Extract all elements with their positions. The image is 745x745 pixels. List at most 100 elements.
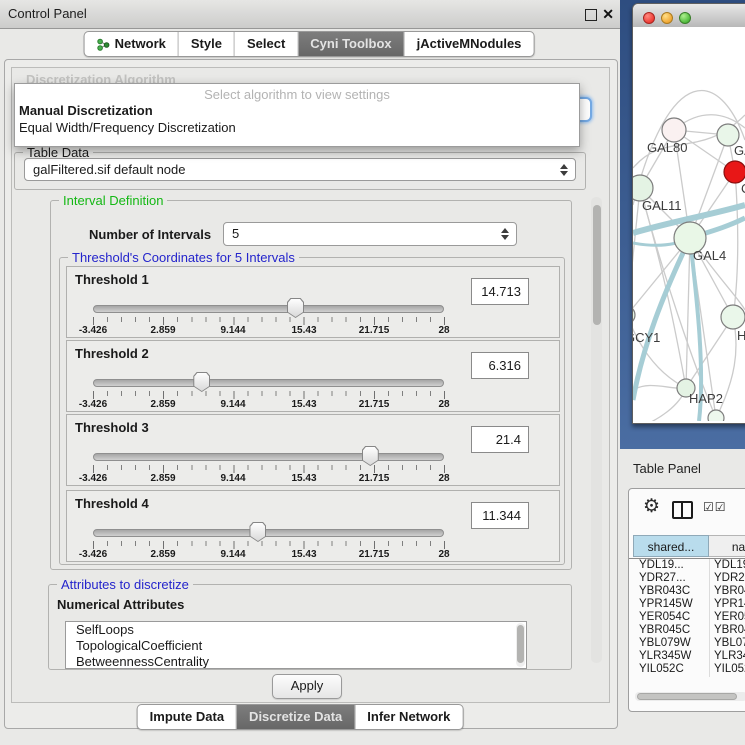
list-item[interactable]: SelfLoops [66, 622, 526, 638]
list-item[interactable]: TopologicalCoefficient [66, 638, 526, 654]
node-gcy1[interactable] [633, 306, 635, 324]
tab-network-label: Network [115, 32, 166, 56]
network-window-titlebar[interactable] [633, 4, 745, 28]
number-of-intervals-spinner[interactable]: 5 [223, 222, 517, 246]
table-row[interactable]: YDL19...YDL19... [633, 559, 745, 572]
table-row[interactable]: YBL079WYBL079W [633, 637, 745, 650]
float-window-icon[interactable] [585, 9, 597, 21]
table-row[interactable]: YBR045CYBR045C [633, 624, 745, 637]
tab-impute-label: Impute Data [150, 705, 224, 729]
cell: YDL19... [714, 559, 745, 572]
tick-label: 21.715 [359, 325, 390, 336]
cell: YER054C [714, 611, 745, 624]
cell: YBR045C [639, 624, 690, 637]
list-item[interactable]: BetweennessCentrality [66, 654, 526, 669]
threshold-2-label: Threshold 2 [75, 346, 149, 361]
cell: YDR27... [714, 572, 745, 585]
gear-icon[interactable]: ⚙ [643, 495, 660, 519]
tick-label: 2.859 [150, 399, 175, 410]
tab-infer-label: Infer Network [367, 705, 450, 729]
node-h[interactable] [721, 305, 745, 329]
numerical-attributes-list[interactable]: SelfLoops TopologicalCoefficient Between… [65, 621, 527, 669]
network-canvas[interactable]: GAL80 GA C GAL11 GAL4 GCY1 H HAP2 [633, 27, 745, 421]
panel-scrollbar-thumb[interactable] [593, 205, 601, 325]
zoom-traffic-light[interactable] [679, 12, 691, 24]
apply-button[interactable]: Apply [272, 674, 342, 699]
tab-discretize-label: Discretize Data [249, 705, 342, 729]
threshold-2-panel: Threshold 2 -3.426 2.859 9.144 15.43 21.… [66, 340, 560, 412]
tab-style-label: Style [191, 32, 222, 56]
algorithm-hint: Select algorithm to view settings [15, 84, 579, 102]
interval-definition-group: Interval Definition Number of Intervals … [50, 200, 572, 570]
tick-label: 28 [438, 399, 449, 410]
tick-label: 2.859 [150, 473, 175, 484]
number-of-intervals-label: Number of Intervals [89, 227, 211, 242]
table-row[interactable]: YBR043CYBR043C [633, 585, 745, 598]
list-scrollbar-thumb[interactable] [517, 625, 524, 663]
tick-label: 21.715 [359, 399, 390, 410]
tab-cyni-toolbox[interactable]: Cyni Toolbox [297, 32, 403, 56]
slider-ticks-major [93, 541, 445, 549]
threshold-1-slider-thumb[interactable] [287, 298, 304, 318]
cell: YBL079W [639, 637, 691, 650]
tick-label: -3.426 [79, 549, 107, 560]
threshold-1-slider-track[interactable] [93, 305, 444, 313]
label-ga: GA [734, 143, 745, 158]
tab-style[interactable]: Style [178, 32, 234, 56]
threshold-2-value-field[interactable]: 6.316 [471, 352, 529, 379]
threshold-3-slider-track[interactable] [93, 453, 444, 461]
close-icon[interactable]: ✕ [602, 5, 614, 23]
table-row[interactable]: YPR145WYPR145W [633, 598, 745, 611]
threshold-3-slider-thumb[interactable] [362, 446, 379, 466]
tab-infer-network[interactable]: Infer Network [354, 705, 462, 729]
threshold-3-value-field[interactable]: 21.4 [471, 426, 529, 453]
threshold-1-value-field[interactable]: 14.713 [471, 278, 529, 305]
table-data-combobox[interactable]: galFiltered.sif default node [24, 158, 576, 181]
minimize-traffic-light[interactable] [661, 12, 673, 24]
attributes-group-label: Attributes to discretize [57, 577, 193, 592]
list-scrollbar-track[interactable] [516, 623, 525, 667]
tab-select-label: Select [247, 32, 285, 56]
node-selected-red[interactable] [724, 161, 745, 183]
node-bottom[interactable] [708, 410, 724, 421]
table-row[interactable]: YDR27... YDR27... [633, 572, 745, 585]
tab-jactivemnodules[interactable]: jActiveMNodules [404, 32, 534, 56]
label-gal11: GAL11 [642, 198, 682, 213]
algorithm-option-manual[interactable]: Manual Discretization [15, 102, 579, 119]
threshold-4-slider-thumb[interactable] [249, 522, 266, 542]
select-columns-icon[interactable]: ☑☑ [703, 500, 727, 514]
node-gal80[interactable] [662, 118, 686, 142]
split-columns-icon[interactable] [672, 501, 693, 519]
tab-discretize-data[interactable]: Discretize Data [236, 705, 354, 729]
panel-scrollbar-track[interactable] [591, 197, 602, 663]
tab-select[interactable]: Select [234, 32, 297, 56]
table-row[interactable]: YLR345WYLR345W [633, 650, 745, 663]
threshold-2-slider-track[interactable] [93, 379, 444, 387]
threshold-1-label: Threshold 1 [75, 272, 149, 287]
tick-label: 15.43 [291, 473, 316, 484]
table-hscrollbar-track[interactable] [635, 692, 745, 701]
label-hap2: HAP2 [689, 391, 723, 406]
cell: YLR345W [714, 650, 745, 663]
tab-impute-data[interactable]: Impute Data [138, 705, 236, 729]
table-row[interactable]: YIL052CYIL052C [633, 663, 745, 676]
tab-network[interactable]: Network [85, 32, 178, 56]
table-hscrollbar-thumb[interactable] [637, 693, 737, 700]
table-panel-title: Table Panel [633, 461, 701, 476]
panel-title: Control Panel [8, 0, 87, 28]
algorithm-option-equal-width[interactable]: Equal Width/Frequency Discretization [15, 119, 579, 136]
threshold-4-slider-track[interactable] [93, 529, 444, 537]
table-row[interactable]: YER054CYER054C [633, 611, 745, 624]
thresholds-group: Threshold's Coordinates for 5 Intervals … [59, 257, 565, 565]
threshold-4-panel: Threshold 4 -3.426 2.859 9.144 15.43 21.… [66, 490, 560, 562]
network-icon [97, 38, 110, 51]
column-header-name[interactable]: na... [709, 535, 745, 557]
cell: YDR27... [639, 572, 686, 585]
close-traffic-light[interactable] [643, 12, 655, 24]
threshold-4-value-field[interactable]: 11.344 [471, 502, 529, 529]
tick-label: 15.43 [291, 325, 316, 336]
threshold-4-label: Threshold 4 [75, 496, 149, 511]
thresholds-group-label: Threshold's Coordinates for 5 Intervals [68, 250, 299, 265]
threshold-2-slider-thumb[interactable] [193, 372, 210, 392]
column-header-shared-name[interactable]: shared... [633, 535, 709, 557]
